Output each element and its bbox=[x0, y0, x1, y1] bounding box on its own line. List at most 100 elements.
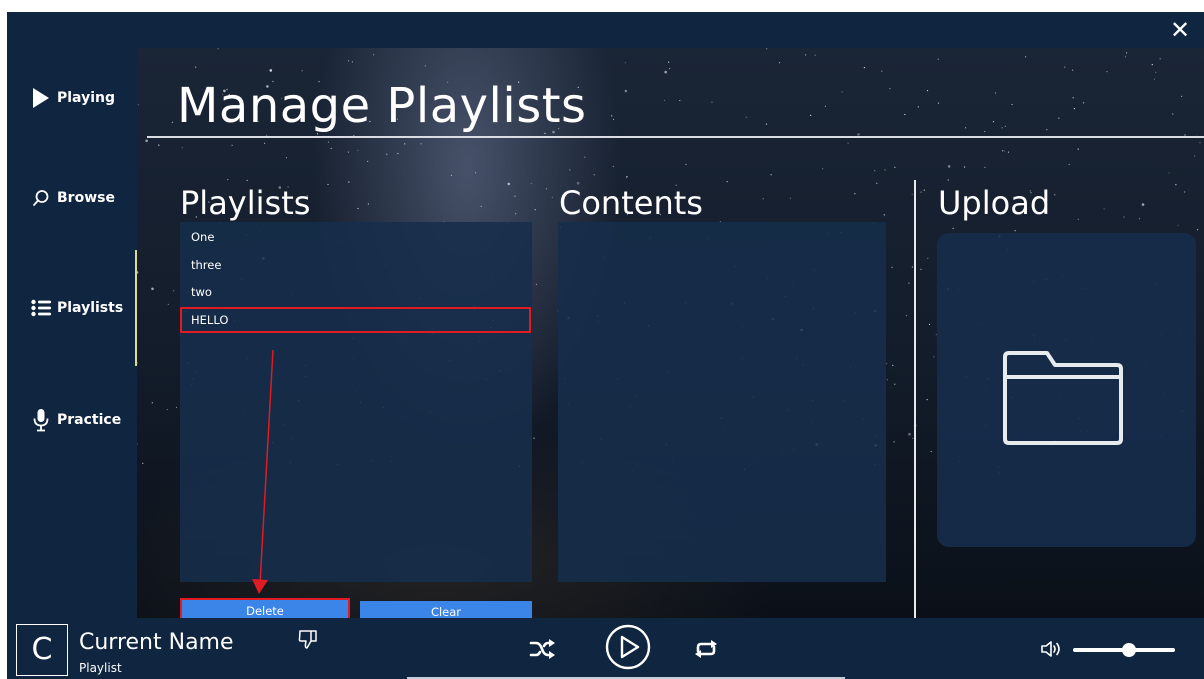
star bbox=[937, 102, 940, 104]
star bbox=[404, 143, 406, 145]
star bbox=[1159, 58, 1161, 60]
playlists-heading: Playlists bbox=[180, 184, 311, 222]
star bbox=[1058, 117, 1060, 119]
page-title: Manage Playlists bbox=[177, 78, 587, 134]
star bbox=[613, 118, 615, 120]
star bbox=[917, 106, 919, 108]
star bbox=[908, 432, 911, 436]
star bbox=[1046, 129, 1048, 131]
play-circle-icon[interactable] bbox=[603, 622, 653, 672]
star bbox=[231, 144, 233, 146]
star bbox=[137, 362, 138, 364]
star bbox=[327, 141, 330, 143]
star bbox=[171, 121, 173, 123]
star bbox=[1155, 71, 1157, 73]
upload-dropzone[interactable] bbox=[937, 233, 1196, 547]
clear-button[interactable]: Clear bbox=[360, 601, 532, 618]
star bbox=[711, 101, 713, 103]
star bbox=[679, 99, 681, 102]
star bbox=[475, 172, 477, 174]
playlist-item[interactable]: two bbox=[180, 279, 532, 305]
star bbox=[330, 147, 332, 149]
star bbox=[892, 364, 894, 366]
delete-button[interactable]: Delete bbox=[180, 598, 350, 618]
star bbox=[347, 151, 349, 153]
upload-divider bbox=[914, 180, 916, 618]
star bbox=[874, 170, 876, 172]
playlist-list: One three two HELLO bbox=[180, 222, 532, 582]
sidebar-item-practice[interactable]: Practice bbox=[7, 390, 137, 450]
volume-thumb[interactable] bbox=[1122, 643, 1136, 657]
star bbox=[824, 105, 827, 107]
main-content: Manage Playlists Playlists Contents Uplo… bbox=[137, 48, 1204, 618]
star bbox=[195, 66, 197, 68]
star bbox=[778, 62, 781, 64]
star bbox=[927, 257, 929, 259]
star bbox=[137, 271, 139, 274]
star bbox=[1004, 125, 1007, 127]
track-subtitle: Playlist bbox=[79, 661, 122, 675]
contents-list bbox=[558, 222, 886, 582]
star bbox=[926, 90, 929, 92]
sidebar: Playing Browse Playlists Practice bbox=[7, 12, 137, 618]
play-triangle-icon bbox=[31, 87, 51, 109]
repeat-icon[interactable] bbox=[691, 634, 721, 664]
star bbox=[151, 287, 154, 291]
star bbox=[664, 99, 666, 101]
star bbox=[1077, 148, 1079, 150]
star bbox=[347, 60, 350, 62]
sidebar-item-playing[interactable]: Playing bbox=[7, 68, 137, 128]
star bbox=[805, 54, 807, 56]
star bbox=[167, 303, 169, 305]
star bbox=[947, 165, 951, 168]
star bbox=[893, 441, 895, 443]
star bbox=[965, 127, 967, 129]
thumbs-down-icon[interactable] bbox=[295, 626, 321, 652]
star bbox=[964, 166, 966, 168]
star bbox=[984, 166, 986, 168]
close-button[interactable]: ✕ bbox=[1156, 12, 1204, 48]
star bbox=[626, 175, 628, 178]
star bbox=[1138, 218, 1141, 220]
star bbox=[789, 197, 792, 199]
star bbox=[810, 114, 812, 116]
star bbox=[908, 282, 910, 284]
star bbox=[1068, 163, 1070, 165]
folder-icon bbox=[1001, 351, 1125, 451]
upload-heading: Upload bbox=[938, 184, 1051, 222]
star bbox=[612, 165, 614, 168]
star bbox=[217, 48, 219, 50]
volume-icon[interactable] bbox=[1040, 638, 1062, 660]
star bbox=[1154, 78, 1156, 80]
playlist-item[interactable]: three bbox=[180, 252, 532, 278]
star bbox=[1007, 151, 1010, 153]
playlist-item-selected[interactable]: HELLO bbox=[180, 307, 531, 333]
star bbox=[1054, 194, 1056, 196]
volume-slider[interactable] bbox=[1073, 643, 1175, 657]
star bbox=[569, 169, 571, 171]
star bbox=[1175, 184, 1177, 186]
playlist-item[interactable]: One bbox=[180, 224, 532, 250]
star bbox=[158, 144, 160, 146]
star bbox=[514, 195, 516, 197]
star bbox=[1014, 230, 1016, 232]
list-icon bbox=[31, 297, 51, 319]
star bbox=[883, 214, 885, 216]
star bbox=[847, 142, 849, 144]
shuffle-icon[interactable] bbox=[527, 634, 557, 664]
title-divider bbox=[147, 136, 1204, 138]
star bbox=[450, 174, 453, 176]
sidebar-item-label: Practice bbox=[57, 412, 122, 428]
sidebar-item-playlists[interactable]: Playlists bbox=[7, 278, 137, 338]
star bbox=[992, 121, 995, 123]
star bbox=[1003, 150, 1005, 152]
star bbox=[545, 188, 547, 190]
sidebar-item-browse[interactable]: Browse bbox=[7, 168, 137, 228]
star bbox=[863, 67, 866, 69]
star bbox=[668, 61, 670, 63]
sidebar-item-label: Browse bbox=[57, 190, 115, 206]
sidebar-item-label: Playlists bbox=[57, 300, 124, 316]
star bbox=[1124, 56, 1127, 58]
star bbox=[515, 213, 517, 215]
star bbox=[765, 123, 768, 125]
